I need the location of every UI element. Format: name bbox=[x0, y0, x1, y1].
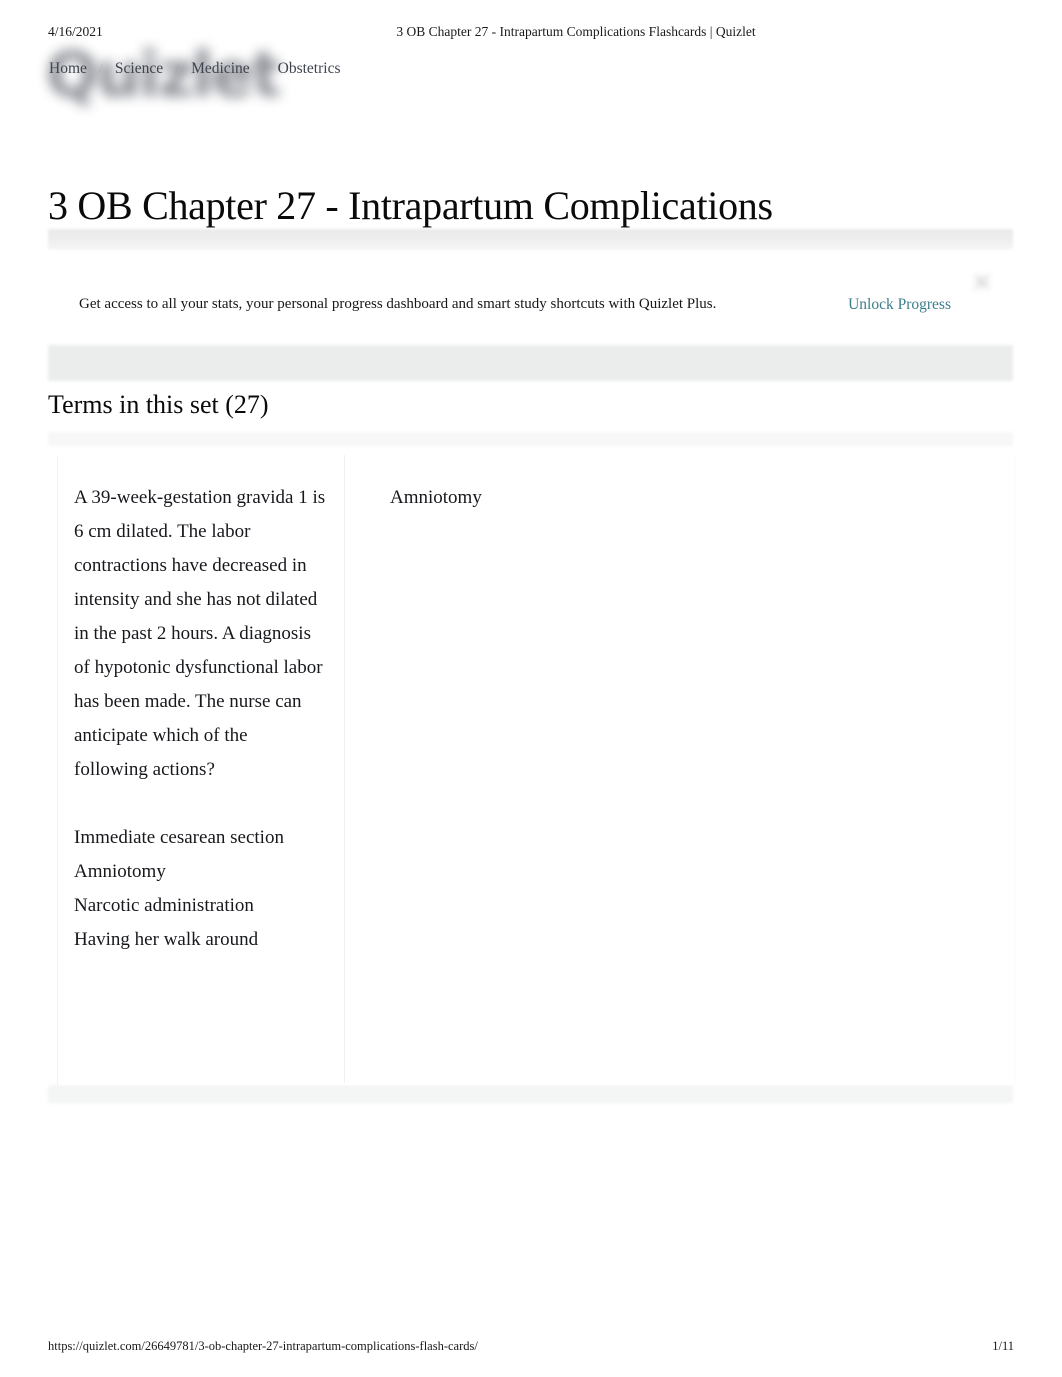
terms-heading: Terms in this set (27) bbox=[48, 390, 269, 419]
close-icon[interactable] bbox=[969, 269, 995, 295]
print-header: 4/16/2021 3 OB Chapter 27 - Intrapartum … bbox=[0, 24, 1062, 42]
flashcard-term-text: A 39-week-gestation gravida 1 is 6 cm di… bbox=[74, 487, 330, 780]
breadcrumb-item-obstetrics[interactable]: Obstetrics bbox=[277, 60, 342, 78]
breadcrumb-item-science[interactable]: Science bbox=[114, 60, 164, 78]
unlock-progress-link[interactable]: Unlock Progress bbox=[848, 296, 951, 314]
breadcrumb-separator: / bbox=[175, 62, 180, 77]
placeholder-band-middle bbox=[48, 345, 1013, 381]
placeholder-band-bottom bbox=[48, 1085, 1013, 1103]
quizlet-plus-upsell: Get access to all your stats, your perso… bbox=[48, 274, 1013, 322]
upsell-message: Get access to all your stats, your perso… bbox=[79, 296, 717, 312]
footer-page-number: 1/11 bbox=[992, 1339, 1014, 1353]
flashcard-term-options: Immediate cesarean section Amniotomy Nar… bbox=[74, 827, 284, 950]
page-title: 3 OB Chapter 27 - Intrapartum Complicati… bbox=[48, 183, 773, 228]
flashcard-definition-side[interactable]: Amniotomy bbox=[345, 455, 1014, 1083]
flashcard-definition-text: Amniotomy bbox=[390, 487, 482, 508]
breadcrumb-separator: / bbox=[261, 62, 266, 77]
flashcard[interactable]: A 39-week-gestation gravida 1 is 6 cm di… bbox=[57, 455, 1015, 1085]
breadcrumb: Home / Science / Medicine / Obstetrics bbox=[48, 60, 342, 78]
breadcrumb-item-home[interactable]: Home bbox=[48, 60, 88, 78]
print-footer: https://quizlet.com/26649781/3-ob-chapte… bbox=[0, 1339, 1062, 1355]
footer-source-url: https://quizlet.com/26649781/3-ob-chapte… bbox=[48, 1339, 478, 1353]
breadcrumb-item-medicine[interactable]: Medicine bbox=[190, 60, 251, 78]
print-header-title: 3 OB Chapter 27 - Intrapartum Complicati… bbox=[396, 24, 756, 39]
placeholder-band-terms bbox=[48, 432, 1013, 446]
breadcrumb-separator: / bbox=[98, 62, 103, 77]
printed-page: 4/16/2021 3 OB Chapter 27 - Intrapartum … bbox=[0, 0, 1062, 1377]
flashcard-term-side[interactable]: A 39-week-gestation gravida 1 is 6 cm di… bbox=[58, 455, 345, 1083]
placeholder-band-top bbox=[48, 229, 1013, 250]
